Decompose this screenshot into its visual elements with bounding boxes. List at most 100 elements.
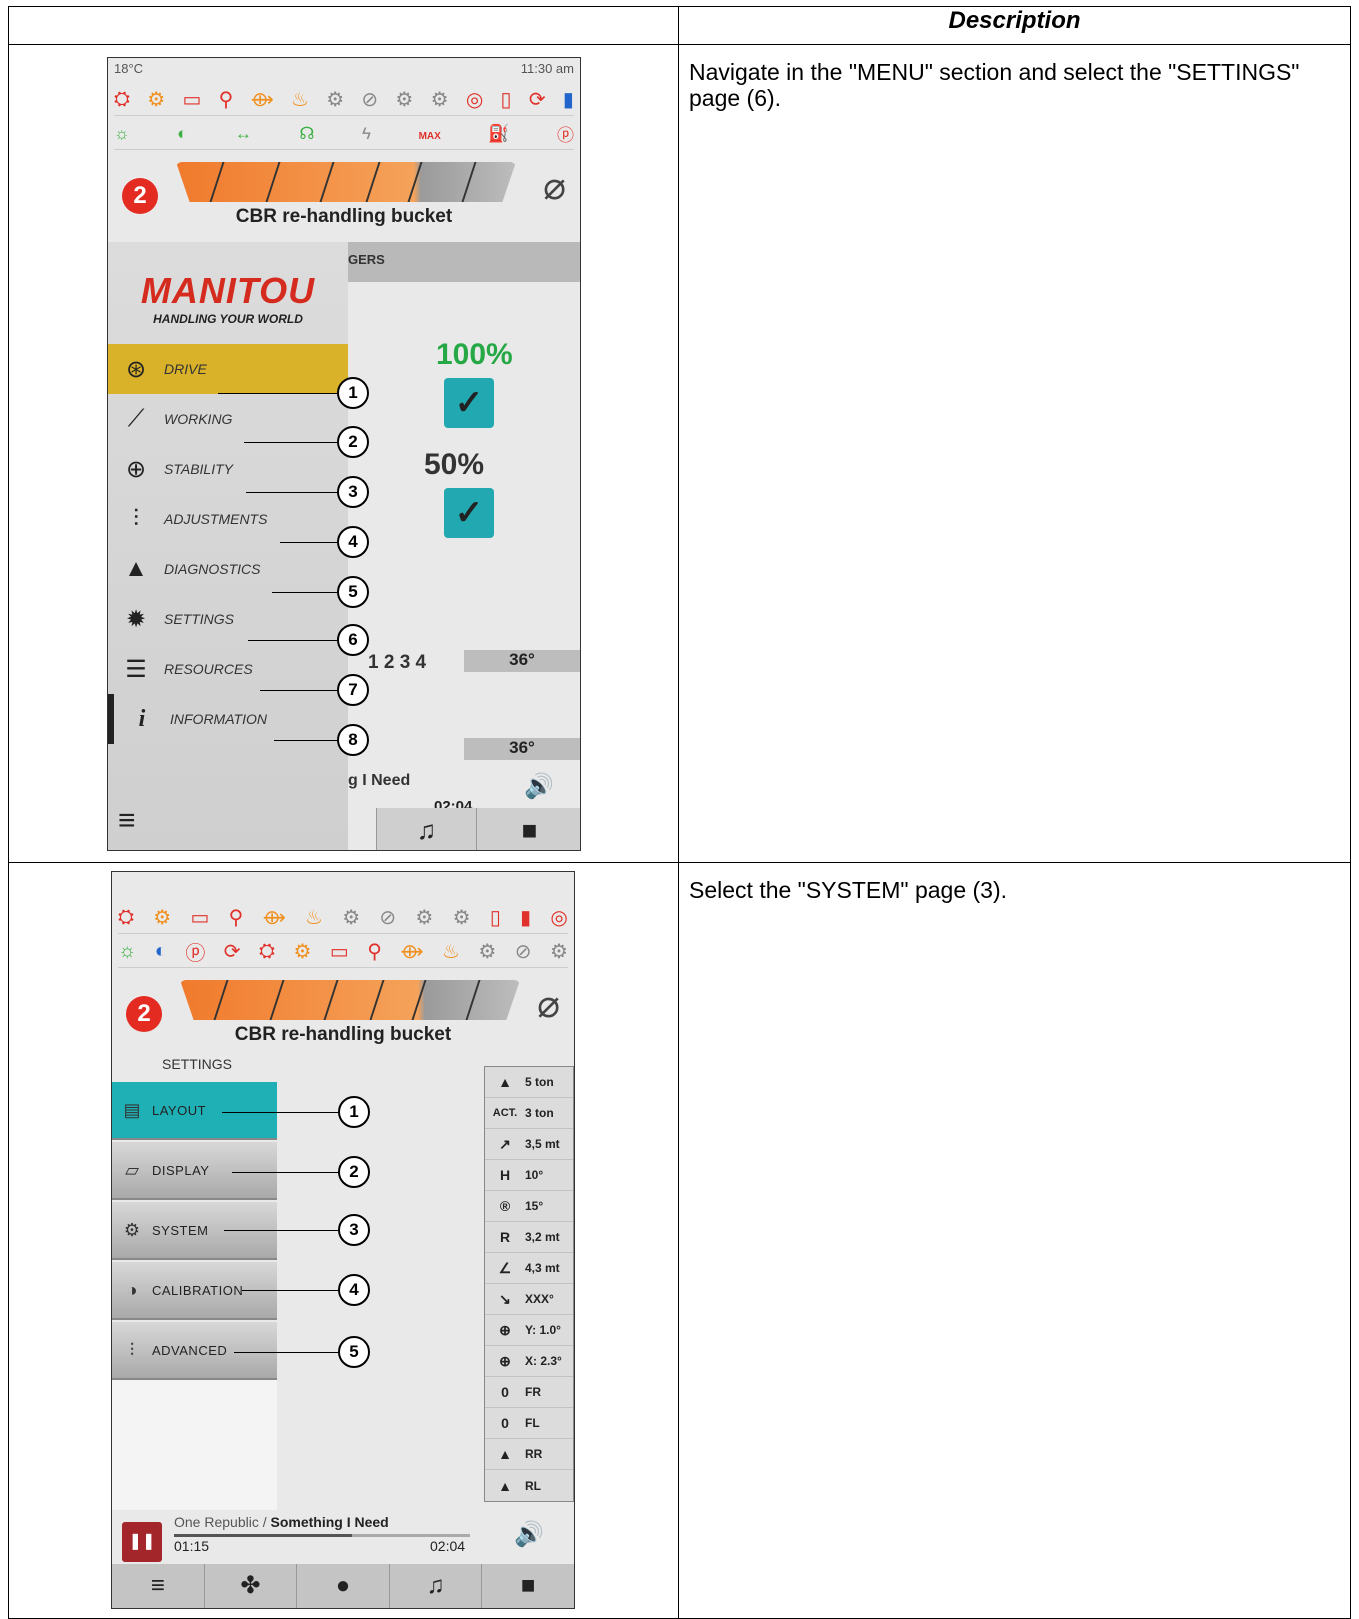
- clock-readout: 11:30 am: [520, 61, 574, 76]
- tab-fragment: GERS: [348, 242, 580, 282]
- menu-item-drive[interactable]: ⊛ DRIVE: [108, 344, 348, 394]
- gear-icon: ✹: [125, 605, 147, 633]
- settings-item-calibration[interactable]: ◑ CALIBRATION: [112, 1262, 277, 1320]
- description-header: Description: [678, 6, 1351, 45]
- axle-icon: ⚙: [326, 89, 345, 111]
- screenshot-cell-1: 18°C 11:30 am ⛭ ⚙ ▭ ⚲ ⟴ ♨ ⚙ ⊘ ⚙ ⚙ ◎ ▯ ⟳: [8, 44, 679, 863]
- callout-5: 5: [337, 576, 369, 608]
- callout-leader: [242, 1290, 338, 1291]
- stabilizer-pad-icon: ▲: [498, 1446, 512, 1462]
- manitou-logo: MANITOU HANDLING YOUR WORLD: [108, 270, 348, 326]
- tyre-check-button[interactable]: ✓: [444, 488, 494, 538]
- pause-button[interactable]: ❚❚: [122, 1522, 162, 1562]
- system-gears-icon: ⚙: [123, 1219, 141, 1240]
- battery-icon: ▭: [329, 941, 349, 963]
- side-lights-icon: ☼: [118, 940, 137, 962]
- settings-item-system[interactable]: ⚙ SYSTEM: [112, 1202, 277, 1260]
- main-menu-panel: MANITOU HANDLING YOUR WORLD ⊛ DRIVE ⟋ WO…: [108, 242, 348, 850]
- weight-icon: ▲: [498, 1074, 512, 1090]
- menu-item-resources[interactable]: ☰ RESOURCES: [108, 644, 348, 694]
- menu-item-label: INFORMATION: [170, 711, 267, 727]
- fan-icon[interactable]: ✤: [203, 1564, 297, 1608]
- info-row-tyre-fl: 0 FL: [485, 1408, 573, 1439]
- menu-item-label: DIAGNOSTICS: [164, 561, 261, 577]
- camera-icon[interactable]: ■: [481, 1564, 574, 1608]
- total-time: 02:04: [430, 1538, 466, 1554]
- callout-leader: [272, 592, 346, 593]
- camera-button[interactable]: ■: [476, 808, 580, 850]
- engine-warning-icon: ⛭: [114, 88, 130, 110]
- axle-icon: ⚙: [478, 941, 497, 963]
- callout-1: 1: [338, 1096, 370, 1128]
- menu-item-information[interactable]: i INFORMATION: [108, 694, 348, 744]
- menu-item-diagnostics[interactable]: ▲ DIAGNOSTICS: [108, 544, 348, 594]
- sliders-icon: ⫶: [133, 505, 139, 532]
- hydraulic-icon: ⟴: [262, 907, 286, 929]
- callout-5: 5: [338, 1336, 370, 1368]
- info-row-weight: ▲ 5 ton: [485, 1067, 573, 1098]
- engine-check-icon: ⚙: [293, 941, 312, 963]
- stability-y-icon: ⊕: [499, 1321, 511, 1338]
- info-value: RL: [525, 1478, 541, 1493]
- speaker-icon[interactable]: 🔊: [514, 1520, 544, 1549]
- track-progress-bar[interactable]: [174, 1534, 470, 1537]
- info-value: Y: 1.0°: [525, 1323, 561, 1337]
- callout-leader: [222, 1112, 338, 1113]
- settings-item-display[interactable]: ▱ DISPLAY: [112, 1142, 277, 1200]
- traction-percent: 100%: [436, 338, 513, 371]
- coolant-icon: ♨: [290, 89, 309, 111]
- description-cell-1: Navigate in the "MENU" section and selec…: [678, 44, 1351, 863]
- attachment-label: CBR re-handling bucket: [234, 1024, 452, 1045]
- settings-item-layout[interactable]: ▤ LAYOUT: [112, 1082, 277, 1140]
- gauge-tick: [369, 980, 385, 1020]
- hamburger-menu-icon[interactable]: ≡: [112, 1564, 204, 1608]
- info-value: X: 2.3°: [525, 1354, 562, 1368]
- info-row-radius: R 3,2 mt: [485, 1222, 573, 1253]
- music-button[interactable]: ♫: [376, 808, 476, 850]
- rotation-icon: ®: [499, 1198, 511, 1214]
- info-row-length: ↗ 3,5 mt: [485, 1129, 573, 1160]
- stack-icon: ☰: [125, 655, 147, 683]
- menu-item-adjustments[interactable]: ⫶ ADJUSTMENTS: [108, 494, 348, 544]
- music-icon[interactable]: ♫: [388, 1564, 482, 1608]
- info-value: 15°: [525, 1199, 544, 1213]
- settings-empty-area: [112, 1380, 277, 1510]
- status-bar: 18°C 11:30 am: [108, 58, 580, 80]
- callout-3: 3: [338, 1214, 370, 1246]
- callout-leader: [234, 1352, 338, 1353]
- brand-tagline: HANDLING YOUR WORLD: [153, 312, 303, 326]
- menu-item-settings[interactable]: ✹ SETTINGS: [108, 594, 348, 644]
- info-value: 10°: [525, 1168, 544, 1182]
- fuel-filter-icon: ▯: [500, 89, 512, 111]
- speaker-icon[interactable]: 🔊: [524, 772, 554, 801]
- traction-check-button[interactable]: ✓: [444, 378, 494, 428]
- brake-icon: ⊘: [514, 941, 532, 963]
- song-name: Something I Need: [270, 1514, 389, 1530]
- boom-length-icon: ↗: [499, 1135, 511, 1152]
- ack-icon: ⚙: [452, 907, 471, 929]
- menu-item-working[interactable]: ⟋ WORKING: [108, 394, 348, 444]
- light-bulb-icon[interactable]: ●: [296, 1564, 389, 1608]
- settings-item-label: SYSTEM: [152, 1222, 209, 1238]
- load-gauge: [176, 162, 516, 202]
- settings-item-label: CALIBRATION: [152, 1282, 244, 1298]
- temperature-readout: 18°C: [114, 61, 144, 76]
- brake-icon: ⊘: [361, 89, 379, 111]
- parking-brake-icon: ⓟ: [185, 943, 206, 965]
- info-value: 4,3 mt: [525, 1261, 560, 1275]
- actual-label: ACT.: [492, 1107, 518, 1119]
- menu-item-stability[interactable]: ⊕ STABILITY: [108, 444, 348, 494]
- gauge-tick: [323, 980, 339, 1020]
- axle-icon: ⚙: [342, 907, 361, 929]
- callout-leader: [218, 393, 346, 394]
- parking-brake-icon: ⓟ: [557, 126, 574, 145]
- info-row-pad-rr: ▲ RR: [485, 1439, 573, 1470]
- steering-wheel-icon: ⊛: [125, 355, 147, 383]
- gauge-tick: [319, 162, 335, 202]
- battery-icon: ▭: [182, 89, 202, 111]
- engine-warning-icon: ⛭: [259, 940, 276, 962]
- transmission-icon: ⚙: [395, 89, 414, 111]
- oil-pressure-icon: ⚲: [218, 89, 234, 111]
- hamburger-menu-icon[interactable]: ≡: [118, 804, 136, 838]
- settings-item-advanced[interactable]: ⫶ ADVANCED: [112, 1322, 277, 1380]
